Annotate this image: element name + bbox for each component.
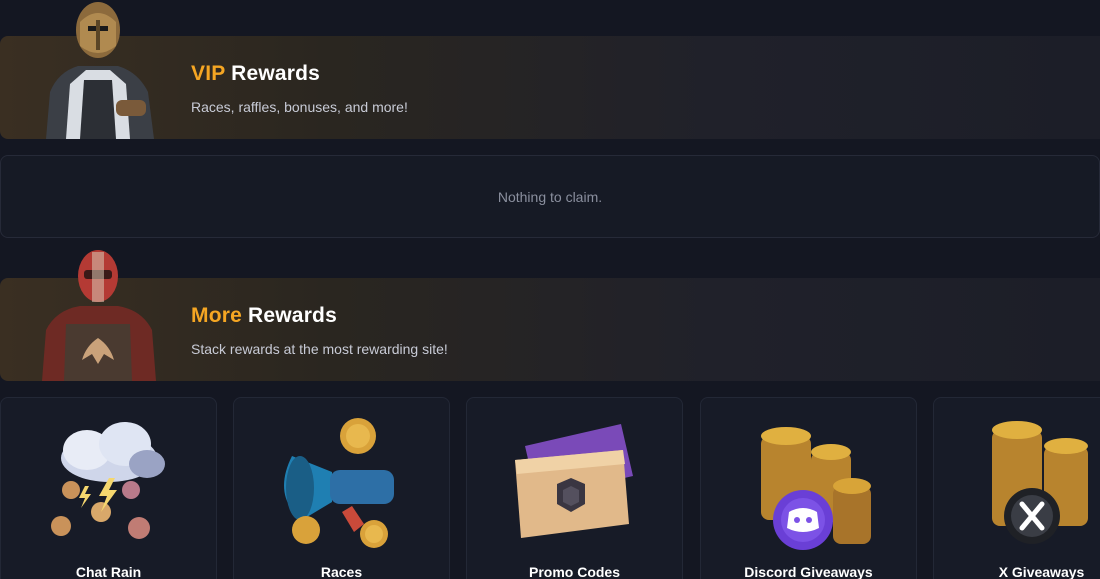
chat-rain-card[interactable]: Chat Rain [0, 397, 217, 579]
vip-rewards-title: VIP Rewards [191, 62, 320, 86]
rewards-page: VIP Rewards Races, raffles, bonuses, and… [0, 0, 1100, 579]
title-rest: Rewards [231, 62, 321, 85]
card-label: Races [320, 564, 363, 579]
vip-rewards-banner: VIP Rewards Races, raffles, bonuses, and… [0, 2, 1100, 139]
more-rewards-banner: More Rewards Stack rewards at the most r… [0, 250, 1100, 381]
card-label: Chat Rain [75, 564, 142, 579]
card-label: Promo Codes [528, 564, 620, 579]
claim-panel: Nothing to claim. [0, 155, 1100, 238]
x-giveaways-card[interactable]: X Giveaways [933, 397, 1100, 579]
races-card[interactable]: Races [233, 397, 450, 579]
discord-coins-icon [761, 427, 871, 550]
reward-cards: Chat Rain Races Promo Codes Discord Give… [0, 397, 1100, 579]
empty-claim-message: Nothing to claim. [497, 189, 603, 205]
masked-soldier-illustration [42, 250, 156, 381]
ticket-icon [515, 424, 633, 538]
title-accent: VIP [191, 62, 226, 85]
promo-codes-card[interactable]: Promo Codes [466, 397, 683, 579]
title-accent: More [191, 304, 242, 327]
title-rest: Rewards [248, 304, 337, 327]
card-label: X Giveaways [998, 564, 1085, 579]
megaphone-coins-icon [284, 418, 394, 548]
card-label: Discord Giveaways [744, 564, 873, 579]
discord-giveaways-card[interactable]: Discord Giveaways [700, 397, 917, 579]
vip-rewards-subtitle: Races, raffles, bonuses, and more! [191, 99, 408, 115]
x-coins-icon [992, 421, 1088, 544]
helmeted-soldier-illustration [46, 2, 154, 139]
more-rewards-subtitle: Stack rewards at the most rewarding site… [191, 341, 448, 357]
more-rewards-title: More Rewards [191, 304, 337, 328]
cloud-rain-coins-icon [51, 422, 165, 539]
